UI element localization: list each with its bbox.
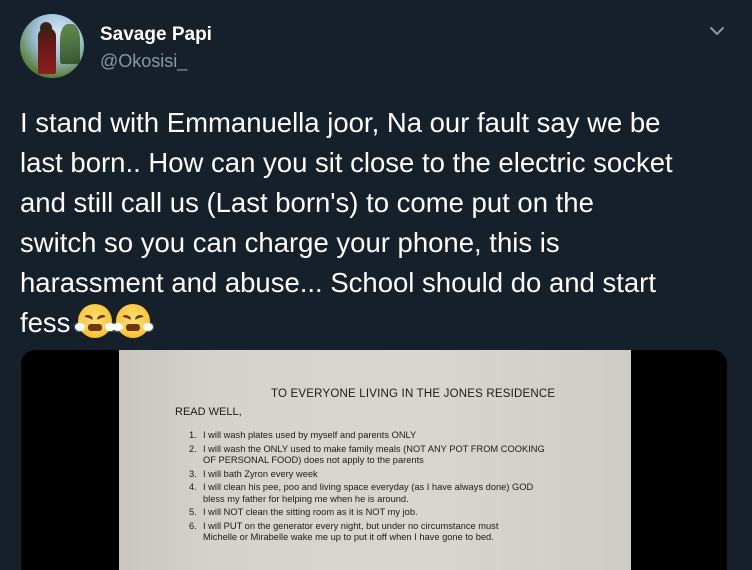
- document-rule-line: bless my father for helping me when he i…: [203, 493, 409, 504]
- document-rule-line: I will bath Zyron every week: [203, 468, 318, 479]
- document-title: TO EVERYONE LIVING IN THE JONES RESIDENC…: [271, 388, 556, 400]
- document-rule-line: OF PERSONAL FOOD) does not apply to the …: [203, 455, 424, 465]
- tweet-card: Savage Papi @Okosisi_ I stand with Emman…: [0, 0, 752, 570]
- tweet-media-image[interactable]: TO EVERYONE LIVING IN THE JONES RESIDENC…: [21, 350, 727, 570]
- document-rule-item: 6. I will PUT on the generator every nigh…: [189, 521, 629, 544]
- document-rule-number: 4.: [189, 482, 197, 492]
- user-handle[interactable]: @Okosisi_: [100, 51, 187, 72]
- document-rule-item: 2. I will wash the ONLY used to make fami…: [189, 444, 629, 467]
- document-rule-number: 1.: [189, 430, 197, 440]
- document-rule-number: 6.: [189, 520, 197, 531]
- display-name[interactable]: Savage Papi: [100, 24, 212, 46]
- document-rule-list: 1. I will wash plates used by myself and …: [189, 430, 629, 546]
- document-rule-item: 5. I will NOT clean the sitting room as i…: [189, 507, 629, 519]
- face-with-steam-from-nose-icon: [113, 304, 154, 338]
- document-rule-number: 5.: [189, 507, 197, 517]
- avatar[interactable]: [20, 14, 84, 78]
- document-rule-line: Michelle or Mirabelle wake me up to put …: [203, 532, 494, 542]
- document-rule-line: I will wash plates used by myself and pa…: [203, 430, 417, 440]
- document-rule-line: I will PUT on the generator every night,…: [203, 520, 499, 531]
- document-rule-number: 2.: [189, 443, 197, 454]
- avatar-head: [40, 22, 52, 34]
- document-rule-item: 1. I will wash plates used by myself and …: [189, 430, 629, 442]
- document-photo: TO EVERYONE LIVING IN THE JONES RESIDENC…: [119, 350, 631, 570]
- document-rule-line: I will wash the ONLY used to make family…: [203, 443, 545, 454]
- document-rule-item: 4. I will clean his pee, poo and living s…: [189, 482, 629, 505]
- emoji-group: [75, 304, 154, 338]
- avatar-figure: [38, 28, 56, 74]
- document-rule-item: 3. I will bath Zyron every week: [189, 469, 629, 481]
- chevron-down-icon[interactable]: [706, 20, 728, 42]
- face-with-steam-from-nose-icon: [75, 304, 116, 338]
- document-rule-number: 3.: [189, 468, 197, 479]
- document-rule-line: I will NOT clean the sitting room as it …: [203, 507, 418, 517]
- document-read-well: READ WELL,: [175, 406, 242, 418]
- tweet-text: I stand with Emmanuella joor, Na our fau…: [20, 103, 740, 343]
- document-rule-line: I will clean his pee, poo and living spa…: [203, 482, 534, 492]
- avatar-palm-tree: [60, 24, 80, 64]
